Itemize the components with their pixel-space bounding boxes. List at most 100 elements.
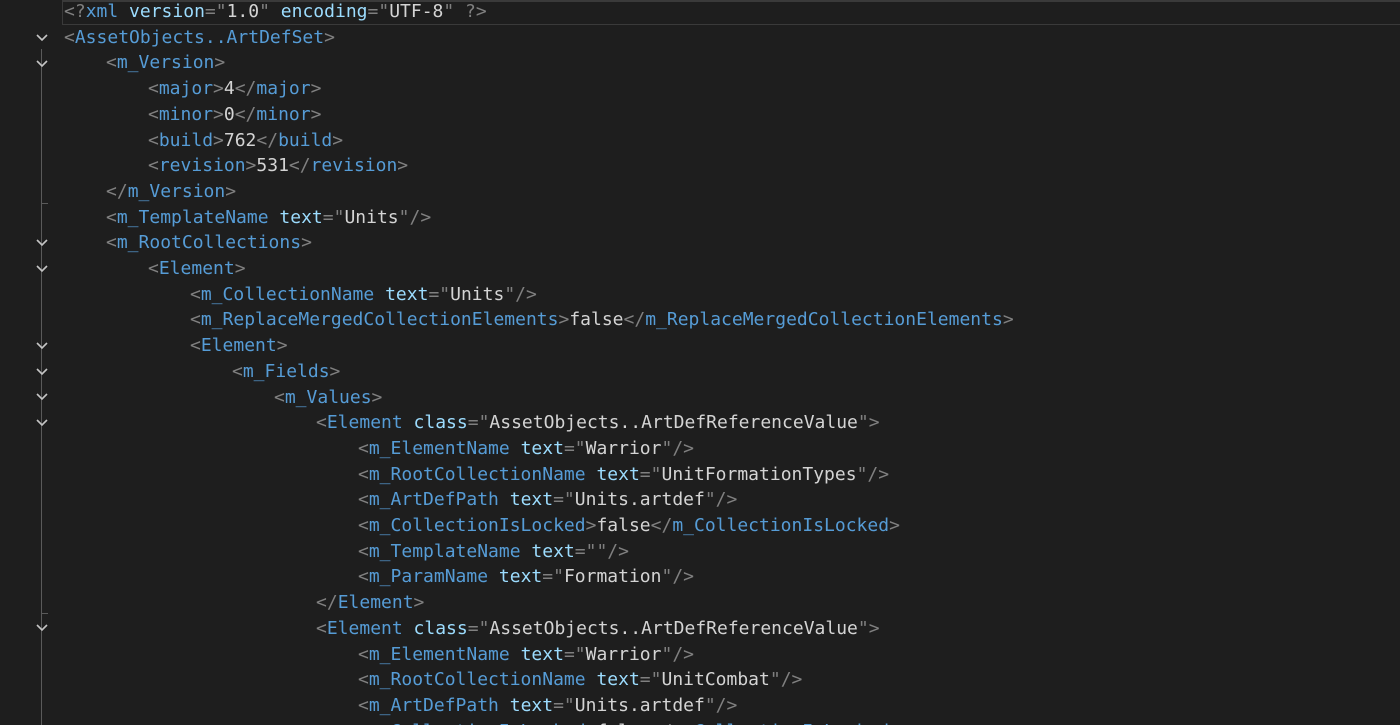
collapse-chevron-icon[interactable] (34, 620, 50, 636)
xml-delimiter: "/> (504, 283, 537, 305)
xml-tag-name: m_ReplaceMergedCollectionElements (200, 309, 559, 331)
code-line[interactable]: <m_Version> (64, 50, 225, 76)
xml-attribute: text (279, 206, 323, 228)
code-line[interactable]: <m_TemplateName text="Units"/> (64, 205, 431, 231)
xml-delimiter: < (358, 515, 369, 536)
xml-attribute-value: Units (450, 283, 505, 305)
code-line[interactable]: <m_ArtDefPath text="Units.artdef"/> (64, 487, 737, 513)
xml-attribute: class (413, 412, 468, 434)
xml-delimiter: > (213, 129, 224, 151)
code-line[interactable]: <m_ArtDefPath text="Units.artdef"/> (64, 693, 737, 719)
code-line[interactable]: <m_RootCollectionName text="UnitFormatio… (64, 462, 889, 488)
xml-attribute-value: Warrior (585, 437, 662, 459)
xml-delimiter: > (324, 26, 335, 48)
xml-delimiter: " ?> (443, 1, 487, 22)
xml-tag-name: m_ParamName (368, 566, 489, 588)
xml-delimiter: < (358, 566, 369, 588)
xml-delimiter: =" (428, 283, 451, 305)
xml-attribute-value: Warrior (585, 643, 662, 665)
xml-delimiter: < (358, 694, 369, 716)
code-line[interactable]: </m_Version> (64, 179, 236, 205)
code-line[interactable]: <Element class="AssetObjects..ArtDefRefe… (64, 616, 880, 642)
xml-delimiter: > (889, 515, 900, 536)
xml-delimiter: "/> (704, 694, 738, 716)
collapse-chevron-icon[interactable] (34, 235, 50, 251)
xml-tag-name: Element (337, 592, 414, 614)
code-line[interactable]: <Element> (64, 256, 246, 282)
code-line[interactable]: <build>762</build> (64, 128, 343, 154)
xml-delimiter: > (585, 515, 597, 536)
code-line[interactable]: <Element class="AssetObjects..ArtDefRefe… (64, 410, 880, 436)
code-line[interactable]: <m_CollectionIsLocked>false</m_Collectio… (64, 719, 900, 725)
xml-delimiter: "/> (856, 463, 890, 485)
code-line[interactable]: <m_Fields> (64, 359, 340, 385)
xml-tag-name: build (158, 129, 214, 151)
code-line[interactable]: <m_ReplaceMergedCollectionElements>false… (64, 307, 1014, 333)
code-line[interactable]: <m_ElementName text="Warrior"/> (64, 436, 694, 462)
code-line[interactable]: <Element> (64, 333, 288, 359)
code-line[interactable]: <m_ParamName text="Formation"/> (64, 564, 694, 590)
xml-editor[interactable]: <?xml version="1.0" encoding="UTF-8" ?> <… (0, 0, 1400, 725)
xml-delimiter: < (106, 206, 117, 228)
xml-delimiter: =" (563, 643, 586, 665)
xml-delimiter: </ (623, 309, 646, 331)
code-line[interactable]: <m_RootCollectionName text="UnitCombat"/… (64, 667, 802, 693)
collapse-chevron-icon[interactable] (34, 30, 50, 46)
xml-delimiter: < (190, 335, 201, 357)
xml-tag-name: m_CollectionIsLocked (368, 515, 586, 536)
xml-tag-name: revision (158, 155, 246, 177)
code-line[interactable]: <m_TemplateName text=""/> (64, 539, 629, 565)
xml-delimiter: =" (467, 412, 490, 434)
xml-attribute: text (520, 643, 564, 665)
xml-delimiter: < (148, 258, 159, 279)
xml-tag-name: m_Values (284, 386, 372, 408)
xml-delimiter: < (358, 437, 369, 459)
xml-tag-name: m_TemplateName (116, 206, 269, 228)
xml-delimiter: < (358, 721, 369, 725)
xml-delimiter: < (106, 52, 117, 74)
xml-delimiter: > (397, 155, 409, 177)
code-line[interactable]: <m_Values> (64, 385, 382, 411)
code-line[interactable]: <revision>531</revision> (64, 153, 408, 179)
code-line[interactable]: <m_CollectionName text="Units"/> (64, 282, 537, 308)
xml-tag-name: m_Fields (242, 360, 330, 382)
collapse-chevron-icon[interactable] (34, 261, 50, 277)
xml-tag-name: Element (158, 258, 235, 279)
xml-tag-name: m_RootCollectionName (368, 463, 586, 485)
xml-delimiter: > (213, 103, 224, 125)
xml-delimiter: < (148, 155, 159, 177)
collapse-chevron-icon[interactable] (34, 389, 50, 405)
xml-delimiter: =" (639, 463, 662, 485)
xml-tag-name: m_CollectionIsLocked (369, 721, 586, 725)
code-line[interactable]: <m_RootCollections> (64, 230, 312, 256)
collapse-chevron-icon[interactable] (34, 364, 50, 380)
code-line[interactable]: <minor>0</minor> (64, 102, 321, 128)
xml-delimiter: =" (574, 540, 597, 562)
xml-delimiter: > (225, 180, 237, 202)
xml-delimiter: " (259, 1, 270, 22)
xml-delimiter: < (190, 309, 201, 331)
collapse-chevron-icon[interactable] (34, 338, 50, 354)
xml-delimiter: < (358, 669, 369, 691)
xml-delimiter: <? (64, 1, 86, 22)
code-line[interactable]: </Element> (64, 590, 424, 616)
xml-delimiter: > (1002, 309, 1014, 331)
code-line[interactable]: <AssetObjects..ArtDefSet> (64, 25, 335, 51)
collapse-chevron-icon[interactable] (34, 56, 50, 72)
collapse-chevron-icon[interactable] (34, 415, 50, 431)
code-line[interactable]: <?xml version="1.0" encoding="UTF-8" ?> (64, 0, 487, 25)
xml-delimiter: > (329, 360, 341, 382)
code-line[interactable]: <m_CollectionIsLocked>false</m_Collectio… (64, 513, 900, 539)
xml-delimiter: "/> (398, 206, 432, 228)
xml-tag-name: m_ArtDefPath (368, 489, 499, 511)
xml-tag-name: Element (200, 335, 277, 357)
code-line[interactable]: <major>4</major> (64, 76, 321, 102)
xml-delimiter: < (274, 386, 285, 408)
code-line[interactable]: <m_ElementName text="Warrior"/> (64, 642, 694, 668)
